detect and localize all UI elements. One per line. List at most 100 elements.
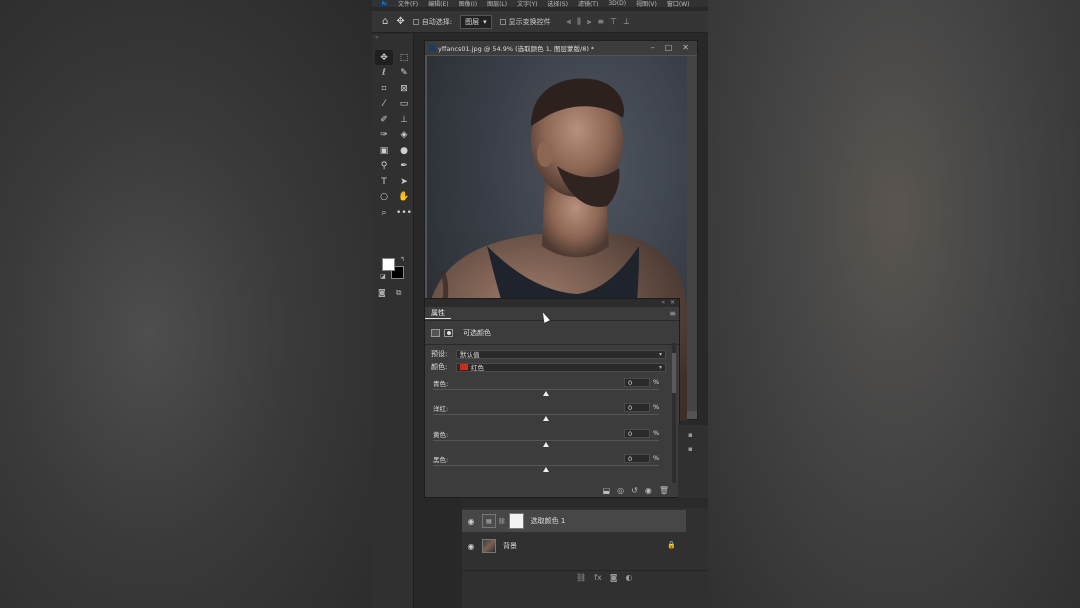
menu-layer[interactable]: 图层(L) — [487, 0, 507, 8]
preset-dropdown[interactable]: 默认值 ▾ — [456, 349, 666, 359]
gradient-tool-icon[interactable]: ▣ — [375, 143, 393, 158]
document-tab[interactable]: yffancs01.jpg @ 54.9% (选取颜色 1, 图层蒙版/8) *… — [425, 41, 697, 55]
slider-thumb[interactable] — [543, 416, 549, 421]
slider-track[interactable] — [433, 414, 659, 415]
layer-row[interactable]: ◉ ▤ ⛓ 选取颜色 1 — [462, 510, 686, 532]
lasso-tool-icon[interactable]: ℓ — [375, 66, 393, 81]
visibility-eye-icon[interactable]: ◉ — [462, 542, 480, 551]
slider-thumb[interactable] — [543, 442, 549, 447]
adjustment-layer-icon[interactable] — [431, 329, 440, 337]
frame-tool-icon[interactable]: ⊠ — [395, 81, 413, 96]
move-tool-icon[interactable]: ✥ — [375, 50, 393, 65]
layers-panel: ◉ ▤ ⛓ 选取颜色 1 ◉ 背景 🔒 ⛓ fx ◙ ◐ — [462, 498, 708, 608]
visibility-eye-icon[interactable]: ◉ — [462, 517, 480, 526]
swap-colors-icon[interactable]: ↰ — [400, 256, 405, 263]
slider-unit: % — [653, 378, 660, 386]
menu-window[interactable]: 窗口(W) — [667, 0, 690, 8]
clip-to-layer-icon[interactable]: ⬓ — [603, 486, 611, 495]
canvas-vertical-scrollbar[interactable] — [687, 56, 697, 411]
zoom-tool-icon[interactable]: ⌕ — [375, 205, 393, 220]
blur-tool-icon[interactable]: ● — [395, 143, 413, 158]
panel-grip-icon[interactable]: » — [375, 34, 379, 41]
adjustment-icon[interactable]: ◐ — [625, 573, 632, 582]
align-center-icon[interactable]: ⫼ — [577, 17, 581, 27]
dodge-tool-icon[interactable]: ⚲ — [375, 159, 393, 174]
default-colors-icon[interactable]: ◪ — [380, 273, 386, 280]
dock-icon[interactable]: ▪ — [688, 445, 708, 453]
home-icon[interactable]: ⌂ — [382, 16, 388, 27]
trash-icon[interactable]: 🗑 — [659, 486, 669, 495]
show-transform-controls-label: 显示变换控件 — [508, 17, 551, 26]
path-select-tool-icon[interactable]: ➤ — [395, 174, 413, 189]
eyedropper-tool-icon[interactable]: ⁄ — [375, 97, 393, 112]
menu-filter[interactable]: 滤镜(T) — [578, 0, 598, 8]
dock-icon[interactable]: ▪ — [688, 431, 708, 439]
properties-scrollbar[interactable] — [672, 343, 676, 483]
distribute-icon[interactable]: ≡ — [597, 17, 604, 27]
tool-grid: ✥ ⬚ ℓ ✎ ⌗ ⊠ ⁄ ▭ ✐ ⊥ ✑ ◈ ▣ ● ⚲ ✒ T ➤ ○ ✋ … — [375, 50, 413, 221]
quick-select-tool-icon[interactable]: ✎ — [395, 66, 413, 81]
lock-icon[interactable]: 🔒 — [667, 541, 676, 549]
black-slider: 黑色: 0 % — [431, 454, 661, 478]
align-right-icon[interactable]: ⫸ — [587, 17, 592, 27]
menu-image[interactable]: 图像(I) — [459, 0, 477, 8]
slider-value-input[interactable]: 0 — [624, 403, 650, 412]
menu-file[interactable]: 文件(F) — [398, 0, 418, 8]
slider-track[interactable] — [433, 389, 659, 390]
align-left-icon[interactable]: ⫷ — [567, 17, 572, 27]
auto-select-checkbox[interactable]: 自动选择: — [412, 17, 452, 27]
align-middle-icon[interactable]: ⊥ — [623, 17, 630, 27]
marquee-tool-icon[interactable]: ⬚ — [395, 50, 413, 65]
show-transform-controls-checkbox[interactable]: 显示变换控件 — [499, 17, 551, 27]
align-top-icon[interactable]: ⊤ — [610, 17, 617, 27]
close-icon[interactable]: ✕ — [682, 43, 689, 52]
type-tool-icon[interactable]: T — [375, 174, 393, 189]
maximize-icon[interactable]: □ — [665, 43, 673, 52]
slider-thumb[interactable] — [543, 391, 549, 396]
add-mask-icon[interactable]: ◙ — [610, 573, 618, 582]
crop-tool-icon[interactable]: ⌗ — [375, 81, 393, 96]
menu-edit[interactable]: 编辑(E) — [428, 0, 448, 8]
ellipse-tool-icon[interactable]: ○ — [375, 190, 393, 205]
layer-mask-thumbnail[interactable] — [508, 513, 524, 529]
patch-tool-icon[interactable]: ▭ — [395, 97, 413, 112]
slider-thumb[interactable] — [543, 467, 549, 472]
slider-track[interactable] — [433, 440, 659, 441]
reset-icon[interactable]: ↺ — [631, 486, 638, 495]
slider-value-input[interactable]: 0 — [624, 429, 650, 438]
close-icon[interactable]: ✕ — [670, 299, 675, 306]
chain-link-icon[interactable]: ⛓ — [498, 518, 506, 525]
menu-view[interactable]: 视图(V) — [636, 0, 657, 8]
menu-3d[interactable]: 3D(D) — [608, 0, 626, 7]
screen-mode-icon[interactable]: ⧉ — [396, 288, 402, 298]
stamp-tool-icon[interactable]: ⊥ — [395, 112, 413, 127]
auto-select-target-dropdown[interactable]: 图层 ▾ — [460, 14, 492, 29]
properties-panel-titlebar[interactable]: « ✕ — [425, 299, 679, 307]
link-layers-icon[interactable]: ⛓ — [576, 573, 586, 582]
slider-value-input[interactable]: 0 — [624, 378, 650, 387]
move-tool-icon[interactable]: ✥ — [396, 16, 404, 27]
slider-track[interactable] — [433, 465, 659, 466]
pen-tool-icon[interactable]: ✒ — [395, 159, 413, 174]
layer-row[interactable]: ◉ 背景 🔒 — [462, 535, 686, 557]
fx-icon[interactable]: fx — [594, 573, 602, 582]
menu-type[interactable]: 文字(Y) — [517, 0, 537, 8]
view-previous-state-icon[interactable]: ◎ — [617, 486, 624, 495]
tab-properties[interactable]: 属性 — [425, 308, 451, 319]
brush-tool-icon[interactable]: ✐ — [375, 112, 393, 127]
eraser-tool-icon[interactable]: ◈ — [395, 128, 413, 143]
minimize-icon[interactable]: – — [651, 43, 655, 52]
slider-value-input[interactable]: 0 — [624, 454, 650, 463]
panel-menu-icon[interactable]: ≡ — [669, 309, 676, 318]
hand-tool-icon[interactable]: ✋ — [395, 190, 413, 205]
colors-row: 颜色: 红色 ▾ — [431, 362, 666, 372]
history-brush-tool-icon[interactable]: ✑ — [375, 128, 393, 143]
collapse-icon[interactable]: « — [661, 299, 665, 306]
foreground-color-swatch[interactable] — [382, 258, 395, 271]
layer-mask-icon[interactable] — [444, 329, 453, 337]
visibility-eye-icon[interactable]: ◉ — [645, 486, 652, 495]
colors-dropdown[interactable]: 红色 ▾ — [456, 362, 666, 372]
more-tools-icon[interactable]: ••• — [395, 205, 413, 220]
menu-select[interactable]: 选择(S) — [547, 0, 568, 8]
quick-mask-icon[interactable]: ◙ — [378, 288, 386, 298]
